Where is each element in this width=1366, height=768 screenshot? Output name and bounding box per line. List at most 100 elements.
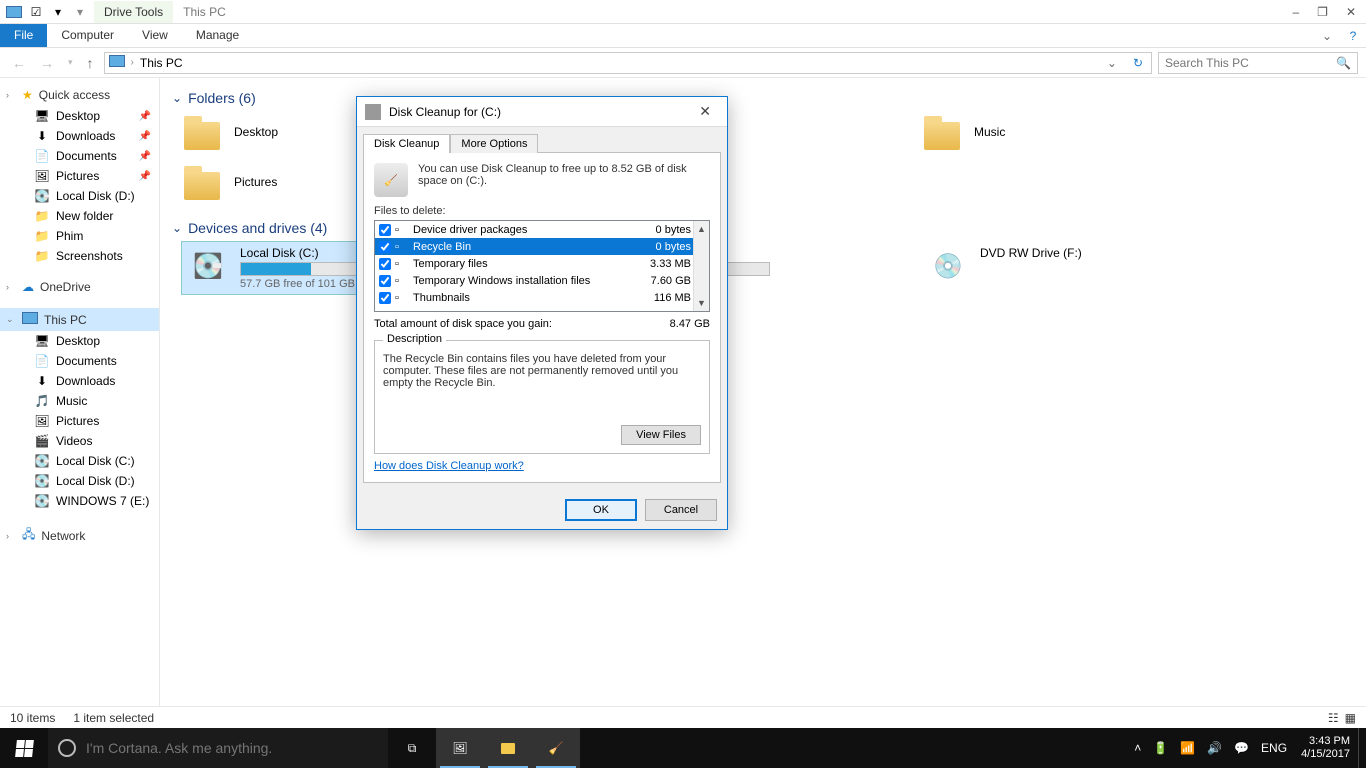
search-input[interactable] — [1165, 56, 1336, 70]
tab-computer[interactable]: Computer — [47, 24, 128, 47]
sidebar-item-downloads[interactable]: ⬇Downloads — [0, 371, 159, 391]
section-drives[interactable]: ⌄ Devices and drives (4) — [172, 214, 1354, 242]
sidebar-this-pc[interactable]: ⌄This PC — [0, 308, 159, 331]
sidebar-item-downloads[interactable]: ⬇Downloads📌 — [0, 126, 159, 146]
view-files-button[interactable]: View Files — [621, 425, 701, 445]
up-button[interactable]: ↑ — [83, 53, 98, 73]
back-button[interactable]: ← — [8, 53, 30, 73]
system-tray: ˄ 🔋 📶 🔊 💬 ENG — [1128, 741, 1293, 755]
drive-item[interactable]: 💿DVD RW Drive (F:) — [922, 242, 1252, 294]
taskbar-app-disk-cleanup[interactable]: 🧹 — [532, 728, 580, 768]
view-large-icon[interactable]: ▦ — [1345, 711, 1356, 725]
search-box[interactable]: 🔍 — [1158, 52, 1358, 74]
tab-manage[interactable]: Manage — [182, 24, 253, 47]
language-indicator[interactable]: ENG — [1261, 741, 1287, 755]
sidebar-item-windows-7-e-[interactable]: 💽WINDOWS 7 (E:) — [0, 491, 159, 511]
taskbar-app-photos[interactable]: 🖼 — [436, 728, 484, 768]
action-center-icon[interactable]: 💬 — [1234, 741, 1249, 755]
item-icon: 💽 — [34, 188, 50, 204]
battery-icon[interactable]: 🔋 — [1153, 741, 1168, 755]
qat-overflow-icon[interactable]: ▾ — [72, 4, 88, 20]
volume-icon[interactable]: 🔊 — [1207, 741, 1222, 755]
dialog-close-button[interactable]: ✕ — [691, 101, 719, 122]
help-link[interactable]: How does Disk Cleanup work? — [374, 454, 710, 472]
sidebar-item-screenshots[interactable]: 📁Screenshots — [0, 246, 159, 266]
item-icon: 💽 — [34, 473, 50, 489]
section-folders[interactable]: ⌄ Folders (6) — [172, 84, 1354, 112]
ribbon-chevron-icon[interactable]: ⌄ — [1314, 24, 1340, 47]
disk-cleanup-icon — [365, 104, 381, 120]
files-listbox[interactable]: ▫Device driver packages0 bytes▫Recycle B… — [374, 220, 710, 312]
tab-more-options[interactable]: More Options — [450, 134, 538, 153]
scroll-down-icon[interactable]: ▼ — [694, 295, 709, 311]
breadcrumb-this-pc[interactable]: This PC — [140, 56, 183, 70]
scroll-up-icon[interactable]: ▲ — [694, 221, 709, 237]
ribbon-tabs: File Computer View Manage ⌄ ? — [0, 24, 1366, 48]
sidebar-network[interactable]: ›🖧Network — [0, 521, 159, 550]
search-icon[interactable]: 🔍 — [1336, 56, 1351, 70]
sidebar-item-local-disk-d-[interactable]: 💽Local Disk (D:) — [0, 471, 159, 491]
view-details-icon[interactable]: ☷ — [1328, 711, 1339, 725]
sidebar-item-desktop[interactable]: 🖥Desktop — [0, 331, 159, 351]
tray-overflow-icon[interactable]: ˄ — [1134, 741, 1141, 755]
sidebar-item-label: Phim — [56, 229, 83, 243]
cortana-search[interactable] — [48, 728, 388, 768]
sidebar-onedrive[interactable]: ›☁OneDrive — [0, 276, 159, 298]
tab-disk-cleanup[interactable]: Disk Cleanup — [363, 134, 450, 153]
file-row[interactable]: ▫Recycle Bin0 bytes — [375, 238, 709, 255]
new-folder-icon[interactable]: ▾ — [50, 4, 66, 20]
sidebar-item-new-folder[interactable]: 📁New folder — [0, 206, 159, 226]
file-row[interactable]: ▫Thumbnails116 MB — [375, 289, 709, 306]
sidebar-quick-access[interactable]: ›★Quick access — [0, 84, 159, 106]
refresh-button[interactable]: ↻ — [1129, 56, 1147, 70]
sidebar-item-local-disk-c-[interactable]: 💽Local Disk (C:) — [0, 451, 159, 471]
maximize-button[interactable]: ❐ — [1317, 5, 1328, 19]
minimize-button[interactable]: – — [1292, 5, 1299, 19]
sidebar-item-documents[interactable]: 📄Documents📌 — [0, 146, 159, 166]
cancel-button[interactable]: Cancel — [645, 499, 717, 521]
properties-icon[interactable]: ☑ — [28, 4, 44, 20]
tab-view[interactable]: View — [128, 24, 182, 47]
file-size: 116 MB — [633, 292, 691, 304]
file-row[interactable]: ▫Device driver packages0 bytes — [375, 221, 709, 238]
sidebar-item-pictures[interactable]: 🖼Pictures — [0, 411, 159, 431]
sidebar-item-pictures[interactable]: 🖼Pictures📌 — [0, 166, 159, 186]
file-row[interactable]: ▫Temporary files3.33 MB — [375, 255, 709, 272]
folder-item[interactable]: Music — [922, 112, 1252, 152]
file-checkbox[interactable] — [379, 241, 391, 253]
sidebar-item-documents[interactable]: 📄Documents — [0, 351, 159, 371]
help-icon[interactable]: ? — [1340, 24, 1366, 47]
navigation-bar: ← → ▾ ↑ › This PC ⌄ ↻ 🔍 — [0, 48, 1366, 78]
wifi-icon[interactable]: 📶 — [1180, 741, 1195, 755]
scrollbar[interactable]: ▲ ▼ — [693, 221, 709, 311]
cortana-input[interactable] — [86, 740, 378, 756]
taskbar-app-explorer[interactable] — [484, 728, 532, 768]
recent-dropdown[interactable]: ▾ — [64, 55, 77, 70]
file-checkbox[interactable] — [379, 224, 391, 236]
item-icon: 📄 — [34, 353, 50, 369]
sidebar-item-music[interactable]: 🎵Music — [0, 391, 159, 411]
file-checkbox[interactable] — [379, 275, 391, 287]
file-checkbox[interactable] — [379, 292, 391, 304]
tab-file[interactable]: File — [0, 24, 47, 47]
sidebar-item-local-disk-d-[interactable]: 💽Local Disk (D:) — [0, 186, 159, 206]
address-dropdown[interactable]: ⌄ — [1101, 56, 1123, 70]
close-button[interactable]: ✕ — [1346, 5, 1356, 19]
sidebar-item-videos[interactable]: 🎬Videos — [0, 431, 159, 451]
ok-button[interactable]: OK — [565, 499, 637, 521]
chevron-right-icon[interactable]: › — [131, 57, 134, 68]
file-checkbox[interactable] — [379, 258, 391, 270]
file-row[interactable]: ▫Temporary Windows installation files7.6… — [375, 272, 709, 289]
start-button[interactable] — [0, 728, 48, 768]
show-desktop-button[interactable] — [1358, 728, 1366, 768]
item-icon: 🖥 — [34, 108, 50, 124]
clock[interactable]: 3:43 PM 4/15/2017 — [1293, 735, 1358, 761]
pc-icon — [6, 4, 22, 20]
sidebar-item-desktop[interactable]: 🖥Desktop📌 — [0, 106, 159, 126]
contextual-tab-drive-tools[interactable]: Drive Tools — [94, 1, 173, 23]
task-view-button[interactable]: ⧉ — [388, 728, 436, 768]
dialog-titlebar[interactable]: Disk Cleanup for (C:) ✕ — [357, 97, 727, 127]
sidebar-item-phim[interactable]: 📁Phim — [0, 226, 159, 246]
address-bar[interactable]: › This PC ⌄ ↻ — [104, 52, 1152, 74]
sidebar-item-label: Music — [56, 394, 87, 408]
